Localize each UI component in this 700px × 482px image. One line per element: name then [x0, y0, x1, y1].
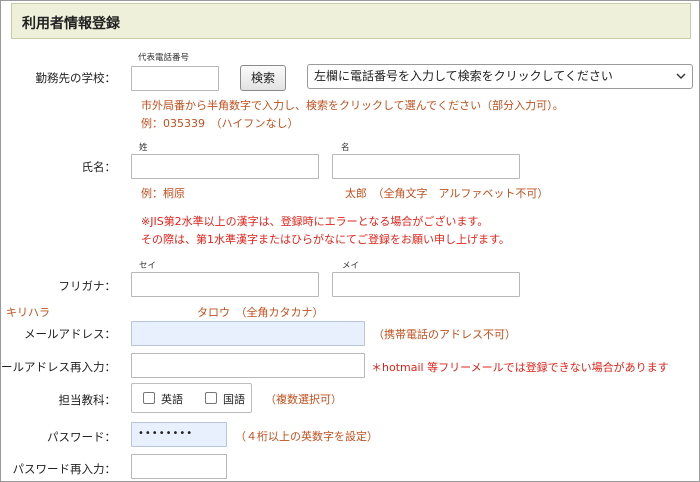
- password-label: パスワード：: [47, 430, 116, 444]
- last-name-caption: 姓: [139, 143, 148, 153]
- phone-caption: 代表電話番号: [138, 53, 190, 63]
- checkbox-english[interactable]: [143, 392, 155, 404]
- search-button[interactable]: 検索: [240, 65, 286, 91]
- password-input[interactable]: ••••••••: [131, 422, 227, 447]
- furigana-first-input[interactable]: [332, 272, 520, 297]
- email-note: （携帯電話のアドレス不可）: [373, 328, 516, 341]
- school-note-1: 市外局番から半角数字で入力し、検索をクリックして選んでください（部分入力可）。: [141, 99, 564, 112]
- first-name-caption: 名: [341, 143, 350, 153]
- subject-label: 担当教科：: [58, 393, 117, 407]
- name-warning-2: その際は、第1水準漢字またはひらがなにてご登録をお願い申し上げます。: [141, 233, 510, 246]
- furigana-example-last: キリハラ: [6, 306, 50, 319]
- email-input[interactable]: [131, 321, 365, 346]
- email-confirm-label: メールアドレス再入力：: [0, 360, 116, 374]
- furigana-first-caption: メイ: [342, 261, 360, 271]
- school-label: 勤務先の学校：: [35, 71, 117, 85]
- school-note-2: 例：035339 （ハイフンなし）: [141, 117, 299, 130]
- password-note: （４桁以上の英数字を設定）: [235, 430, 378, 443]
- furigana-last-caption: セイ: [139, 261, 157, 271]
- name-example-first: 太郎 （全角文字 アルファベット不可）: [345, 187, 549, 200]
- name-label: 氏名：: [81, 160, 117, 174]
- password-confirm-input[interactable]: [131, 454, 227, 479]
- name-warning-1: ※JIS第2水準以上の漢字は、登録時にエラーとなる場合がございます。: [141, 215, 489, 228]
- subject-checkbox-group: 英語 国語: [131, 383, 252, 413]
- page-title: 利用者情報登録: [22, 16, 120, 32]
- subject-note: （複数選択可）: [265, 393, 342, 406]
- phone-input[interactable]: [131, 66, 219, 91]
- registration-form: 利用者情報登録 代表電話番号 勤務先の学校： 検索 左欄に電話番号を入力して検索…: [0, 0, 700, 482]
- first-name-input[interactable]: [332, 154, 520, 179]
- last-name-input[interactable]: [131, 154, 319, 179]
- password-masked-value: ••••••••: [138, 428, 194, 439]
- checkbox-japanese[interactable]: [205, 392, 217, 404]
- furigana-last-input[interactable]: [131, 272, 319, 297]
- email-confirm-input[interactable]: [131, 353, 365, 378]
- email-label: メールアドレス：: [24, 327, 116, 341]
- checkbox-japanese-label[interactable]: 国語: [223, 391, 245, 407]
- chevron-down-icon: [676, 73, 686, 79]
- furigana-label: フリガナ：: [58, 279, 117, 293]
- furigana-example-first: タロウ （全角カタカナ）: [197, 306, 324, 319]
- school-select-value: 左欄に電話番号を入力して検索をクリックしてください: [314, 69, 613, 83]
- email-confirm-note: ＊hotmail 等フリーメールでは登録できない場合があります: [371, 361, 669, 374]
- school-select[interactable]: 左欄に電話番号を入力して検索をクリックしてください: [307, 64, 693, 89]
- page-header: 利用者情報登録: [11, 3, 691, 39]
- checkbox-english-label[interactable]: 英語: [161, 391, 183, 407]
- password-confirm-label: パスワード再入力：: [12, 462, 117, 476]
- name-example-last: 例：桐原: [141, 187, 185, 200]
